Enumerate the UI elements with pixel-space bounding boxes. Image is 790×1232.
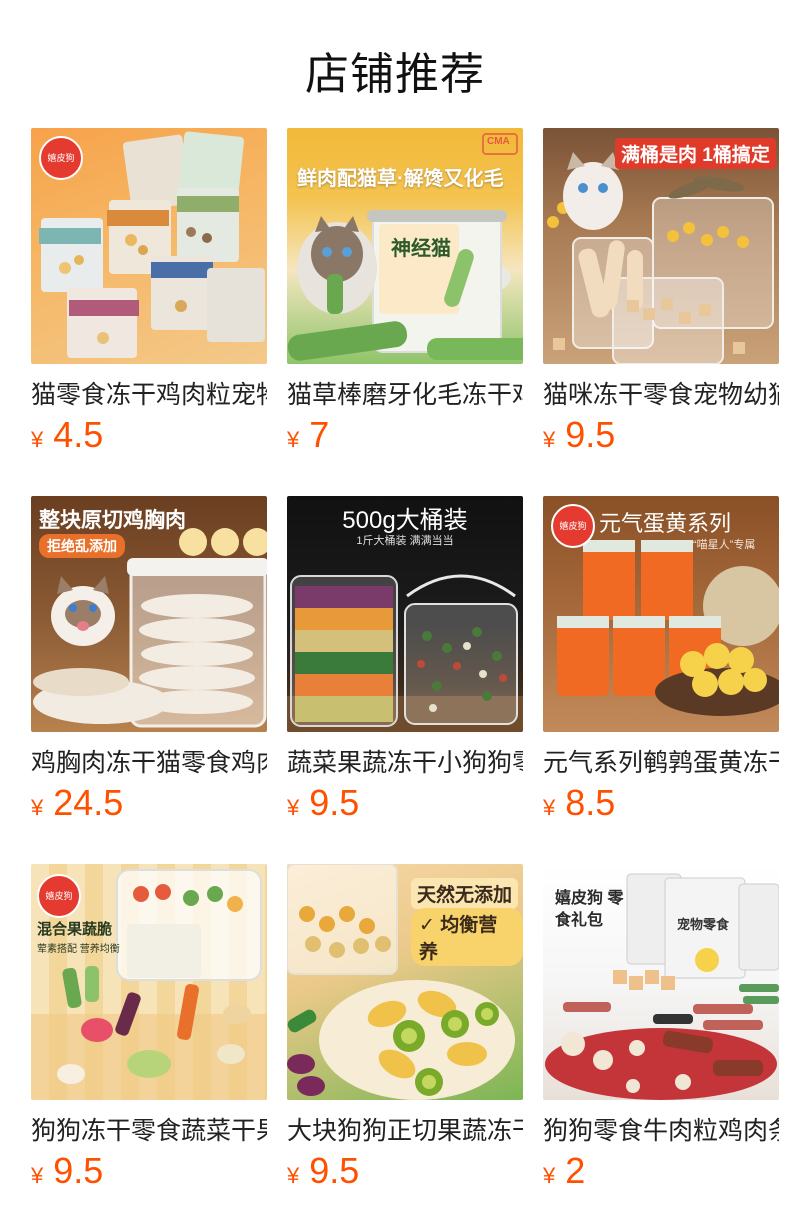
product-name[interactable]: 猫零食冻干鸡肉粒宠物 <box>31 378 267 414</box>
price-value: 9.5 <box>309 1150 360 1191</box>
product-image[interactable]: 天然无添加 ✓ 均衡营养 <box>287 864 523 1100</box>
product-image[interactable]: 鲜肉配猫草·解馋又化毛 神经猫 CMA <box>287 128 523 364</box>
product-card[interactable]: 500g大桶装 1斤大桶装 满满当当 蔬菜果蔬冻干小狗狗零 ¥9.5 <box>287 496 523 826</box>
price-value: 7 <box>309 414 330 455</box>
currency-symbol: ¥ <box>543 427 556 452</box>
product-image[interactable]: 嬉皮狗 零食礼包 宠物零食 <box>543 864 779 1100</box>
currency-symbol: ¥ <box>543 795 556 820</box>
product-image[interactable]: 整块原切鸡胸肉 拒绝乱添加 <box>31 496 267 732</box>
image-banner: 嬉皮狗 零食礼包 <box>555 890 624 929</box>
image-banner: 混合果蔬脆 <box>37 921 113 938</box>
product-price: ¥9.5 <box>287 1150 359 1196</box>
image-subtitle: 神经猫 <box>391 238 451 260</box>
product-price: ¥9.5 <box>287 782 359 828</box>
currency-symbol: ¥ <box>287 795 300 820</box>
product-card[interactable]: 满桶是肉 1桶搞定 猫咪冻干零食宠物幼猫 ¥9.5 <box>543 128 779 458</box>
product-card[interactable]: 嬉皮狗 元气蛋黄系列 “喵星人”专属 元气系列鹌鹑蛋黄冻干 ¥8.5 <box>543 496 779 826</box>
product-image[interactable]: 嬉皮狗 <box>31 128 267 364</box>
image-subtitle: “喵星人”专属 <box>693 539 756 551</box>
image-banner: 500g大桶装 <box>342 507 468 534</box>
product-name[interactable]: 大块狗狗正切果蔬冻干 <box>287 1114 523 1150</box>
image-banner: 元气蛋黄系列 <box>599 511 732 536</box>
currency-symbol: ¥ <box>287 1163 300 1188</box>
currency-symbol: ¥ <box>31 1163 44 1188</box>
image-subtitle: 荤素搭配 营养均衡 <box>37 944 120 955</box>
currency-symbol: ¥ <box>287 427 300 452</box>
image-subtitle: 1斤大桶装 满满当当 <box>356 535 454 547</box>
product-price: ¥9.5 <box>31 1150 103 1196</box>
product-card[interactable]: 天然无添加 ✓ 均衡营养 大块狗狗正切果蔬冻干 ¥9.5 <box>287 864 523 1194</box>
price-value: 9.5 <box>309 782 360 823</box>
product-price: ¥2 <box>543 1150 585 1196</box>
product-name[interactable]: 鸡胸肉冻干猫零食鸡肉 <box>31 746 267 782</box>
price-value: 2 <box>565 1150 586 1191</box>
product-card[interactable]: 鲜肉配猫草·解馋又化毛 神经猫 CMA 猫草棒磨牙化毛冻干鸡 ¥7 <box>287 128 523 458</box>
product-name[interactable]: 猫草棒磨牙化毛冻干鸡 <box>287 378 523 414</box>
product-name[interactable]: 狗狗零食牛肉粒鸡肉条 <box>543 1114 779 1150</box>
price-value: 9.5 <box>53 1150 104 1191</box>
currency-symbol: ¥ <box>31 427 44 452</box>
page-title: 店铺推荐 <box>305 50 485 99</box>
product-card[interactable]: 嬉皮狗 混合果蔬脆 荤素搭配 营养均衡 狗狗冻干零食蔬菜干果 ¥9.5 <box>31 864 267 1194</box>
product-card[interactable]: 整块原切鸡胸肉 拒绝乱添加 鸡胸肉冻干猫零食鸡肉 ¥24.5 <box>31 496 267 826</box>
image-subtitle: ✓ 均衡营养 <box>411 908 523 966</box>
product-price: ¥7 <box>287 414 329 460</box>
price-value: 4.5 <box>53 414 104 455</box>
image-banner: 整块原切鸡胸肉 <box>39 509 186 532</box>
product-image[interactable]: 满桶是肉 1桶搞定 <box>543 128 779 364</box>
product-card[interactable]: 嬉皮狗 猫零食冻干鸡肉粒宠物 ¥4.5 <box>31 128 267 458</box>
product-price: ¥24.5 <box>31 782 123 828</box>
product-name[interactable]: 元气系列鹌鹑蛋黄冻干 <box>543 746 779 782</box>
price-value: 9.5 <box>565 414 616 455</box>
product-price: ¥9.5 <box>543 414 615 460</box>
product-name[interactable]: 蔬菜果蔬冻干小狗狗零 <box>287 746 523 782</box>
image-subtitle: 拒绝乱添加 <box>39 534 125 558</box>
product-price: ¥4.5 <box>31 414 103 460</box>
product-card[interactable]: 嬉皮狗 零食礼包 宠物零食 狗狗零食牛肉粒鸡肉条 ¥2 <box>543 864 779 1194</box>
image-banner: 满桶是肉 1桶搞定 <box>615 138 776 169</box>
price-value: 24.5 <box>53 782 124 823</box>
product-price: ¥8.5 <box>543 782 615 828</box>
brand-logo: 嬉皮狗 <box>37 874 81 918</box>
image-subtitle: 宠物零食 <box>677 917 730 932</box>
product-image[interactable]: 嬉皮狗 混合果蔬脆 荤素搭配 营养均衡 <box>31 864 267 1100</box>
image-logo: CMA <box>487 136 510 147</box>
product-image[interactable]: 500g大桶装 1斤大桶装 满满当当 <box>287 496 523 732</box>
image-banner: 天然无添加 <box>411 878 519 909</box>
price-value: 8.5 <box>565 782 616 823</box>
product-image[interactable]: 嬉皮狗 元气蛋黄系列 “喵星人”专属 <box>543 496 779 732</box>
brand-logo: 嬉皮狗 <box>551 504 595 548</box>
product-name[interactable]: 猫咪冻干零食宠物幼猫 <box>543 378 779 414</box>
image-banner: 鲜肉配猫草·解馋又化毛 <box>297 168 504 190</box>
brand-logo: 嬉皮狗 <box>39 136 83 180</box>
currency-symbol: ¥ <box>31 795 44 820</box>
product-name[interactable]: 狗狗冻干零食蔬菜干果 <box>31 1114 267 1150</box>
currency-symbol: ¥ <box>543 1163 556 1188</box>
